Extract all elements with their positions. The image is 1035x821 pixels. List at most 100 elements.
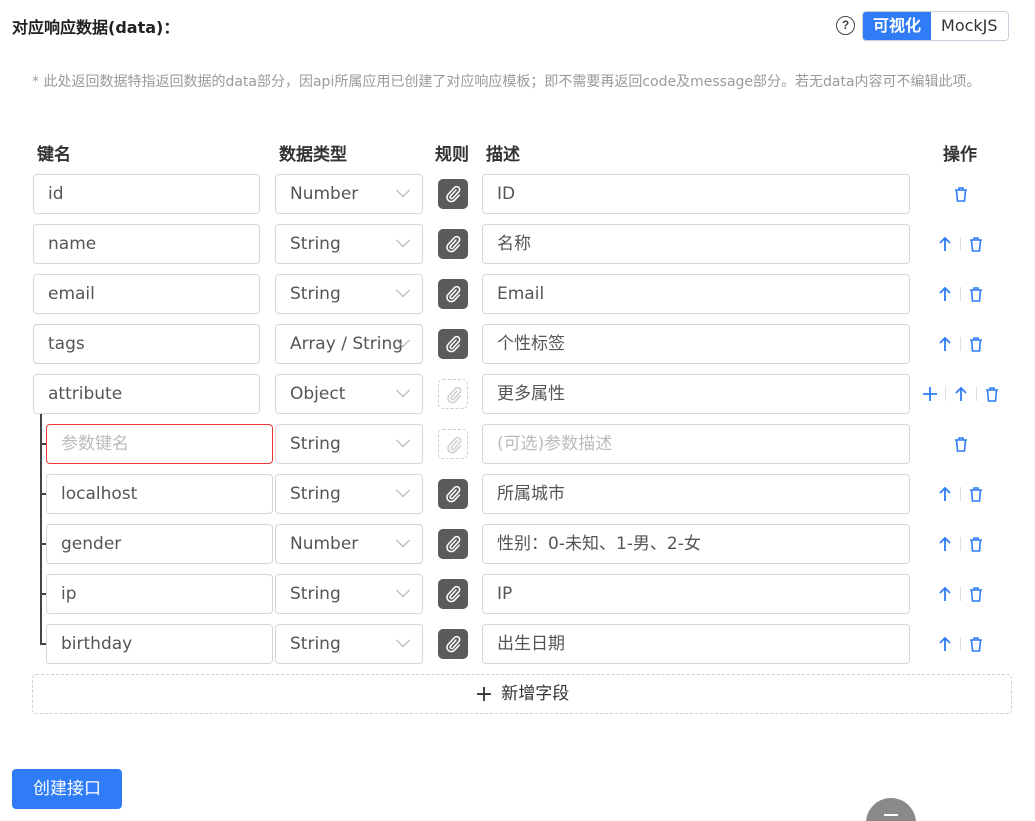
field-row: 参数键名 String (可选)参数描述 <box>0 424 1035 464</box>
key-name-input[interactable]: id <box>33 174 260 214</box>
rule-paperclip-icon[interactable] <box>438 279 468 309</box>
description-input[interactable]: (可选)参数描述 <box>482 424 910 464</box>
delete-icon[interactable] <box>950 433 972 455</box>
tree-branch <box>40 493 46 495</box>
data-type-select[interactable]: String <box>275 474 423 514</box>
field-row: gender Number 性别：0-未知、1-男、2-女 <box>0 524 1035 564</box>
rule-paperclip-icon <box>438 379 468 409</box>
description-input[interactable]: 更多属性 <box>482 374 910 414</box>
key-name-input[interactable]: localhost <box>46 474 273 514</box>
field-row: id Number ID <box>0 174 1035 214</box>
row-actions <box>934 233 987 255</box>
add-child-icon[interactable] <box>919 383 941 405</box>
delete-icon[interactable] <box>965 633 987 655</box>
description-input[interactable]: 出生日期 <box>482 624 910 664</box>
move-up-icon[interactable] <box>934 633 956 655</box>
data-type-select[interactable]: Array / String <box>275 324 423 364</box>
delete-icon[interactable] <box>965 483 987 505</box>
delete-icon[interactable] <box>965 283 987 305</box>
field-row: ip String IP <box>0 574 1035 614</box>
delete-icon[interactable] <box>965 583 987 605</box>
section-title: 对应响应数据(data)： <box>12 18 180 37</box>
field-row: birthday String 出生日期 <box>0 624 1035 664</box>
description-input[interactable]: 个性标签 <box>482 324 910 364</box>
field-row: email String Email <box>0 274 1035 314</box>
view-mode-toggle[interactable]: 可视化 MockJS <box>862 11 1009 41</box>
rule-paperclip-icon[interactable] <box>438 629 468 659</box>
row-actions <box>934 483 987 505</box>
row-actions <box>934 333 987 355</box>
key-name-input[interactable]: name <box>33 224 260 264</box>
help-note: * 此处返回数据特指返回数据的data部分，因api所属应用已创建了对应响应模板… <box>32 74 981 90</box>
column-header-desc: 描述 <box>486 145 520 165</box>
delete-icon[interactable] <box>965 333 987 355</box>
move-up-icon[interactable] <box>950 383 972 405</box>
help-icon[interactable]: ? <box>836 16 855 35</box>
key-name-input[interactable]: attribute <box>33 374 260 414</box>
description-input[interactable]: 性别：0-未知、1-男、2-女 <box>482 524 910 564</box>
field-row: attribute Object 更多属性 <box>0 374 1035 414</box>
create-api-button[interactable]: 创建接口 <box>12 769 122 809</box>
rule-paperclip-icon <box>438 429 468 459</box>
key-name-input[interactable]: tags <box>33 324 260 364</box>
row-actions <box>950 183 972 205</box>
key-name-input[interactable]: birthday <box>46 624 273 664</box>
description-input[interactable]: 所属城市 <box>482 474 910 514</box>
rule-paperclip-icon[interactable] <box>438 479 468 509</box>
mockjs-mode-button[interactable]: MockJS <box>931 12 1008 40</box>
column-header-rule: 规则 <box>435 145 469 165</box>
move-up-icon[interactable] <box>934 483 956 505</box>
key-name-input[interactable]: 参数键名 <box>46 424 273 464</box>
description-input[interactable]: Email <box>482 274 910 314</box>
data-type-select[interactable]: Number <box>275 524 423 564</box>
delete-icon[interactable] <box>981 383 1003 405</box>
move-up-icon[interactable] <box>934 283 956 305</box>
delete-icon[interactable] <box>950 183 972 205</box>
add-field-button[interactable]: + 新增字段 <box>32 674 1012 714</box>
action-divider <box>945 387 946 401</box>
key-name-input[interactable]: email <box>33 274 260 314</box>
rule-paperclip-icon[interactable] <box>438 329 468 359</box>
row-actions <box>934 283 987 305</box>
data-type-select[interactable]: Number <box>275 174 423 214</box>
tree-branch <box>40 593 46 595</box>
data-type-select[interactable]: String <box>275 224 423 264</box>
action-divider <box>960 237 961 251</box>
description-input[interactable]: 名称 <box>482 224 910 264</box>
row-actions <box>919 383 1003 405</box>
data-type-select[interactable]: String <box>275 424 423 464</box>
field-row: tags Array / String 个性标签 <box>0 324 1035 364</box>
tree-branch <box>40 443 46 445</box>
column-header-type: 数据类型 <box>279 145 347 165</box>
move-up-icon[interactable] <box>934 583 956 605</box>
data-type-select[interactable]: String <box>275 274 423 314</box>
data-type-select[interactable]: Object <box>275 374 423 414</box>
plus-icon: + <box>474 682 494 707</box>
rule-paperclip-icon[interactable] <box>438 179 468 209</box>
action-divider <box>976 387 977 401</box>
description-input[interactable]: ID <box>482 174 910 214</box>
rule-paperclip-icon[interactable] <box>438 579 468 609</box>
key-name-input[interactable]: gender <box>46 524 273 564</box>
rule-paperclip-icon[interactable] <box>438 529 468 559</box>
delete-icon[interactable] <box>965 533 987 555</box>
move-up-icon[interactable] <box>934 533 956 555</box>
visual-mode-button[interactable]: 可视化 <box>863 12 932 40</box>
key-name-input[interactable]: ip <box>46 574 273 614</box>
action-divider <box>960 287 961 301</box>
move-up-icon[interactable] <box>934 233 956 255</box>
row-actions <box>934 583 987 605</box>
row-actions <box>950 433 972 455</box>
delete-icon[interactable] <box>965 233 987 255</box>
data-type-select[interactable]: String <box>275 624 423 664</box>
field-row: name String 名称 <box>0 224 1035 264</box>
description-input[interactable]: IP <box>482 574 910 614</box>
data-type-select[interactable]: String <box>275 574 423 614</box>
add-field-label: 新增字段 <box>501 684 570 704</box>
rule-paperclip-icon[interactable] <box>438 229 468 259</box>
action-divider <box>960 487 961 501</box>
row-actions <box>934 533 987 555</box>
action-divider <box>960 537 961 551</box>
move-up-icon[interactable] <box>934 333 956 355</box>
back-to-top-button[interactable] <box>866 798 916 821</box>
